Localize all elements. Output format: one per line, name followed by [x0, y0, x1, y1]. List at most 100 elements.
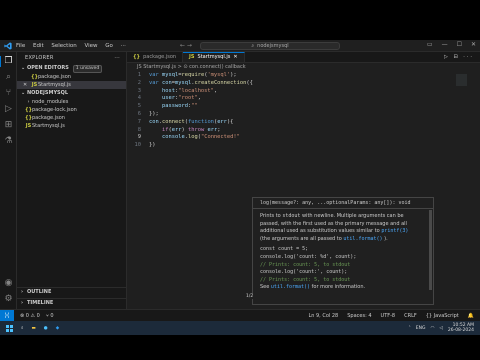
doc-link[interactable]: printf(3): [381, 228, 408, 234]
run-debug-icon[interactable]: ▷: [3, 104, 14, 115]
hover-pager[interactable]: 1/2: [246, 294, 254, 299]
editor-actions[interactable]: ▷ ⊟ ···: [444, 52, 474, 63]
breadcrumb[interactable]: JS Startmysql.js > ⊙ con.connect() callb…: [127, 63, 480, 72]
example-line: console.log('count: %d', count);: [260, 253, 357, 260]
code-line[interactable]: 9 console. log("Connected!": [127, 134, 480, 142]
tree-item[interactable]: {} package-lock.json: [17, 106, 126, 114]
menu-selection[interactable]: Selection: [51, 43, 76, 49]
code-token: ,: [197, 95, 201, 102]
code-line[interactable]: 4 user: "root",: [127, 95, 480, 103]
js-file-icon: JS: [189, 54, 195, 60]
explorer-more-button[interactable]: ···: [114, 52, 120, 64]
line-number: 2: [137, 79, 141, 86]
maximize-icon[interactable]: ☐: [457, 41, 462, 48]
doc-text: See: [260, 284, 271, 291]
doc-text: (the arguments are all passed to: [260, 235, 344, 242]
line-number: 10: [134, 142, 142, 149]
layout-icon[interactable]: ▭: [427, 41, 433, 48]
hover-tooltip: log(message?: any, ...optionalParams: an…: [246, 197, 434, 305]
indentation[interactable]: Spaces: 4: [347, 313, 371, 319]
json-file-icon: {}: [25, 115, 33, 121]
taskbar-search-icon[interactable]: ⌕: [21, 325, 24, 331]
code-token: con: [161, 79, 172, 86]
extensions-icon[interactable]: ⊞: [3, 120, 14, 131]
timeline-section[interactable]: › TIMELINE: [17, 298, 127, 308]
tray-wifi-icon[interactable]: ◠: [430, 326, 434, 331]
hover-example: const count = 5; console.log('count: %d',…: [260, 246, 426, 284]
menu-more[interactable]: ···: [121, 43, 126, 49]
settings-icon[interactable]: ⚙: [3, 294, 14, 305]
command-center-search[interactable]: ⌕ nodejsmysql: [200, 42, 340, 50]
tray-chevron-icon[interactable]: ˄: [408, 326, 410, 331]
files-icon[interactable]: ❐: [0, 56, 14, 67]
code-line[interactable]: 1 var mysql = require('mysql');: [127, 72, 480, 80]
open-editor-item[interactable]: {} package.json: [17, 73, 126, 81]
close-window-icon[interactable]: ✕: [471, 41, 476, 48]
ports-status[interactable]: ⑂ 0: [46, 313, 54, 319]
language-mode[interactable]: {} JavaScript: [426, 313, 459, 319]
doc-code: stdout: [282, 213, 301, 219]
minimize-icon[interactable]: —: [442, 41, 448, 48]
hover-scrollbar[interactable]: [429, 210, 432, 290]
cursor-position[interactable]: Ln 9, Col 28: [308, 313, 338, 319]
notifications-bell-icon[interactable]: 🔔: [468, 313, 474, 319]
search-icon[interactable]: ⌕: [3, 72, 14, 83]
close-tab-icon[interactable]: ✕: [233, 52, 237, 63]
code-line[interactable]: 2 var con = mysql. createConnection({: [127, 80, 480, 88]
doc-link[interactable]: util.format(): [271, 284, 310, 290]
workspace-section[interactable]: ⌄ NODEJSMYSQL: [17, 89, 126, 98]
remote-icon[interactable]: ⟩⟨: [0, 309, 14, 321]
code-token: password: [149, 103, 188, 110]
taskbar-folder-icon[interactable]: ▬: [32, 326, 36, 331]
code-token: var: [149, 72, 162, 78]
menu-view[interactable]: View: [84, 43, 97, 49]
code-line[interactable]: 7 con. connect(function(err){: [127, 119, 480, 127]
code-token: function: [187, 118, 214, 125]
close-editor-icon[interactable]: ✕: [23, 81, 29, 89]
code-line[interactable]: 10}): [127, 142, 480, 150]
line-ending[interactable]: CRLF: [404, 313, 417, 319]
menu-edit[interactable]: Edit: [33, 43, 44, 49]
encoding[interactable]: UTF-8: [381, 313, 396, 319]
minimap[interactable]: [456, 74, 467, 86]
code-line[interactable]: 5 password: "": [127, 103, 480, 111]
menu-go[interactable]: Go: [105, 43, 113, 49]
explorer-header: EXPLORER ···: [17, 52, 126, 64]
json-file-icon: {}: [25, 107, 33, 113]
code-editor[interactable]: 1 var mysql = require('mysql'); 2 var con = mys…: [127, 72, 480, 150]
code-line[interactable]: 3 host: "localhost",: [127, 88, 480, 96]
tray-lang[interactable]: ENG: [416, 326, 426, 331]
code-line[interactable]: 8 if(err) throw err;: [127, 127, 480, 135]
tab-startmysql-js[interactable]: JS Startmysql.js ✕: [183, 52, 245, 63]
nav-arrows[interactable]: ← →: [180, 42, 192, 49]
line-number: 6: [137, 110, 141, 117]
tree-item[interactable]: JS Startmysql.js: [17, 122, 126, 130]
outline-label: OUTLINE: [27, 289, 52, 295]
tray-clock[interactable]: 10:52 AM 26-08-2024: [448, 323, 474, 333]
taskbar-browser-icon[interactable]: ●: [44, 326, 48, 331]
tab-label: Startmysql.js: [197, 54, 231, 60]
account-icon[interactable]: ◉: [3, 278, 14, 289]
tree-item[interactable]: › node_modules: [17, 98, 126, 106]
doc-link[interactable]: util.format(): [343, 236, 382, 242]
json-file-icon: {}: [133, 53, 141, 60]
open-editor-item[interactable]: ✕ JS Startmysql.js: [17, 81, 126, 89]
tray-volume-icon[interactable]: ◁: [439, 326, 442, 331]
source-control-icon[interactable]: ⑂: [3, 88, 14, 99]
hover-doc: Prints to stdout with newline. Multiple …: [253, 209, 433, 296]
outline-section[interactable]: › OUTLINE: [17, 287, 127, 297]
line-number: 9: [137, 134, 141, 141]
example-line: console.log('count:', count);: [260, 269, 348, 276]
menu-file[interactable]: File: [16, 43, 25, 49]
open-editors-section[interactable]: ⌄ OPEN EDITORS 1 unsaved: [17, 64, 126, 73]
code-line[interactable]: 6});: [127, 111, 480, 119]
tree-item[interactable]: {} package.json: [17, 114, 126, 122]
problems-status[interactable]: ⊗ 0 ⚠ 0: [20, 313, 40, 319]
open-editor-label: Startmysql.js: [38, 82, 71, 88]
editor-tabs: {} package.json JS Startmysql.js ✕ ▷ ⊟ ·…: [127, 52, 480, 63]
test-icon[interactable]: ⚗: [3, 136, 14, 147]
taskbar-vscode-icon[interactable]: ◆: [56, 326, 59, 331]
windows-start-icon[interactable]: [6, 324, 13, 332]
tab-package-json[interactable]: {} package.json: [127, 52, 184, 62]
